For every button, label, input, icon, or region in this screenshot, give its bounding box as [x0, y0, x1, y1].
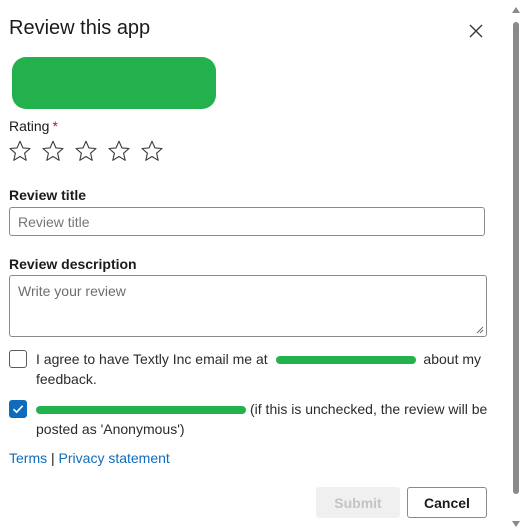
- review-title-input[interactable]: [9, 207, 485, 236]
- email-consent-checkbox[interactable]: [9, 350, 27, 368]
- review-description-placeholder: Write your review: [18, 283, 126, 299]
- privacy-statement-link[interactable]: Privacy statement: [59, 450, 170, 466]
- scroll-down-arrow-icon[interactable]: [512, 521, 520, 527]
- scroll-thumb[interactable]: [513, 22, 519, 494]
- email-consent-row: I agree to have Textly Inc email me at a…: [9, 349, 489, 391]
- star-rating: [8, 139, 164, 163]
- star-1-star-outline-icon[interactable]: [8, 139, 32, 163]
- public-consent-row: (if this is unchecked, the review will b…: [9, 399, 489, 441]
- star-2-star-outline-icon[interactable]: [41, 139, 65, 163]
- redacted-email: [275, 356, 416, 365]
- star-4-star-outline-icon[interactable]: [107, 139, 131, 163]
- dialog-title: Review this app: [9, 17, 151, 39]
- rating-label: Rating *: [9, 118, 58, 134]
- links-separator: |: [51, 450, 55, 466]
- resize-grip-icon[interactable]: [476, 326, 484, 334]
- required-asterisk: *: [52, 118, 58, 134]
- redacted-publish-text: [36, 406, 246, 415]
- email-consent-label: I agree to have Textly Inc email me at a…: [36, 349, 491, 389]
- rating-label-text: Rating: [9, 118, 50, 134]
- review-description-label: Review description: [9, 256, 137, 272]
- public-consent-label: (if this is unchecked, the review will b…: [36, 399, 491, 439]
- star-5-star-outline-icon[interactable]: [140, 139, 164, 163]
- checkmark-icon: [12, 405, 24, 414]
- cancel-button[interactable]: Cancel: [407, 487, 487, 518]
- email-consent-text-before: I agree to have Textly Inc email me at: [36, 351, 268, 367]
- close-icon: [469, 24, 483, 38]
- footer-links: Terms | Privacy statement: [9, 450, 170, 466]
- submit-button[interactable]: Submit: [316, 487, 400, 518]
- scroll-up-arrow-icon[interactable]: [512, 7, 520, 13]
- redacted-app-name: [12, 57, 216, 109]
- review-dialog: Review this app Rating * Review title Rev…: [0, 0, 510, 532]
- vertical-scrollbar[interactable]: [509, 0, 524, 532]
- star-3-star-outline-icon[interactable]: [74, 139, 98, 163]
- close-button[interactable]: [464, 19, 488, 43]
- review-title-label: Review title: [9, 187, 87, 203]
- terms-link[interactable]: Terms: [9, 450, 47, 466]
- public-consent-checkbox[interactable]: [9, 400, 27, 418]
- review-description-textarea[interactable]: Write your review: [9, 275, 487, 337]
